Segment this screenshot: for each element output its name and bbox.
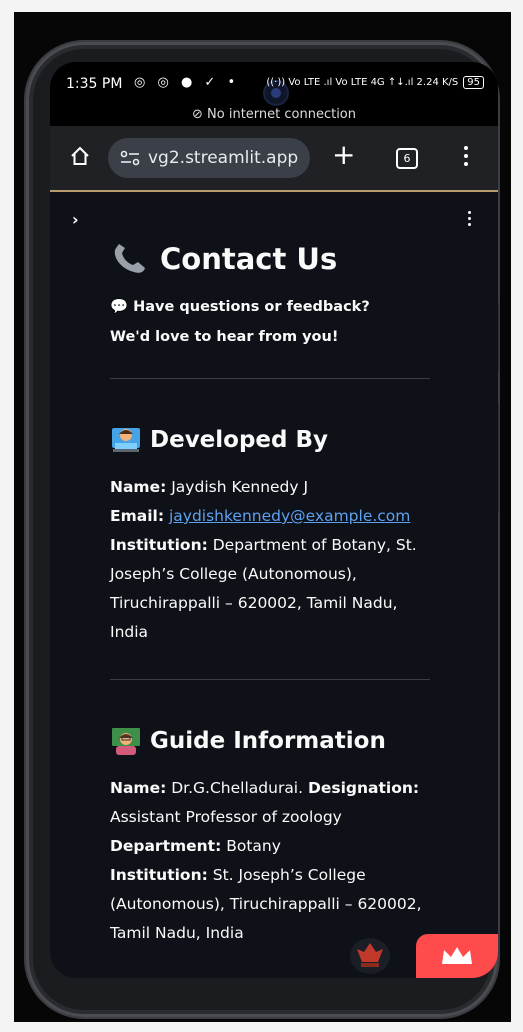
status-time: 1:35 PM [66,76,123,92]
name-label: Name: [110,478,167,496]
main-content: Contact Us 💬 Have questions or feedback?… [110,242,430,948]
phone-screen: 1:35 PM ◎ ◎ ● ✓ • ((·)) Vo LTE .ıl Vo LT… [50,62,498,978]
designation-label: Designation: [307,779,420,797]
crown-icon [442,947,472,964]
streamlit-badge[interactable] [416,934,498,978]
institution-label: Institution: [110,866,208,884]
new-tab-button[interactable]: + [332,138,355,172]
telephone-receiver-icon [114,244,145,273]
guide-heading-text: Guide Information [150,728,386,754]
cloud-off-icon: ⊘ [191,107,203,122]
battery-icon: 95 [463,76,484,89]
intro-text: 💬 Have questions or feedback? We'd love … [110,292,430,352]
app-logo-icon [350,938,390,974]
name-label: Name: [110,779,167,797]
guide-designation: Assistant Professor of zoology [110,808,342,826]
email-label: Email: [110,507,165,525]
department-label: Department: [110,837,222,855]
developer-name: Jaydish Kennedy J [171,478,309,496]
network-icons: ((·)) Vo LTE .ıl Vo LTE 4G ↑↓.ıl 2.24 K/… [266,77,459,88]
page-title: Contact Us [110,242,430,276]
notification-icons: ◎ ◎ ● ✓ • [134,75,240,90]
guide-info: Name: Dr.G.Chelladurai. Designation: Ass… [110,774,430,948]
no-internet-text: No internet connection [207,107,356,122]
divider [110,679,430,680]
site-settings-icon[interactable] [120,150,140,166]
browser-toolbar: vg2.streamlit.app + 6 [50,126,498,192]
signal-icons: ((·)) Vo LTE .ıl Vo LTE 4G ↑↓.ıl 2.24 K/… [266,76,484,89]
teacher-icon [112,728,140,755]
speech-bubble-icon: 💬 [110,299,129,315]
guide-department: Botany [226,837,281,855]
sidebar-expand-chevron-icon[interactable]: › [72,210,79,229]
institution-label: Institution: [110,536,208,554]
email-link[interactable]: jaydishkennedy@example.com [169,507,410,525]
address-bar[interactable]: vg2.streamlit.app [108,138,310,178]
guide-heading: Guide Information [110,726,430,756]
page-title-text: Contact Us [160,242,338,276]
intro-line-1: Have questions or feedback? [133,299,370,315]
divider [110,378,430,379]
url-text: vg2.streamlit.app [148,148,299,168]
developer-info: Name: Jaydish Kennedy J Email: jaydishke… [110,473,430,647]
app-menu-icon[interactable] [468,211,474,233]
guide-name: Dr.G.Chelladurai. [171,779,304,797]
browser-menu-icon[interactable] [464,146,470,172]
developer-heading-text: Developed By [150,427,329,453]
tab-switcher-button[interactable]: 6 [396,148,418,169]
technologist-icon [112,428,140,452]
intro-line-2: We'd love to hear from you! [110,329,339,345]
home-icon[interactable] [70,146,90,166]
developer-heading: Developed By [110,425,430,455]
status-bar: 1:35 PM ◎ ◎ ● ✓ • ((·)) Vo LTE .ıl Vo LT… [50,62,498,126]
no-internet-banner: ⊘ No internet connection [50,107,498,122]
